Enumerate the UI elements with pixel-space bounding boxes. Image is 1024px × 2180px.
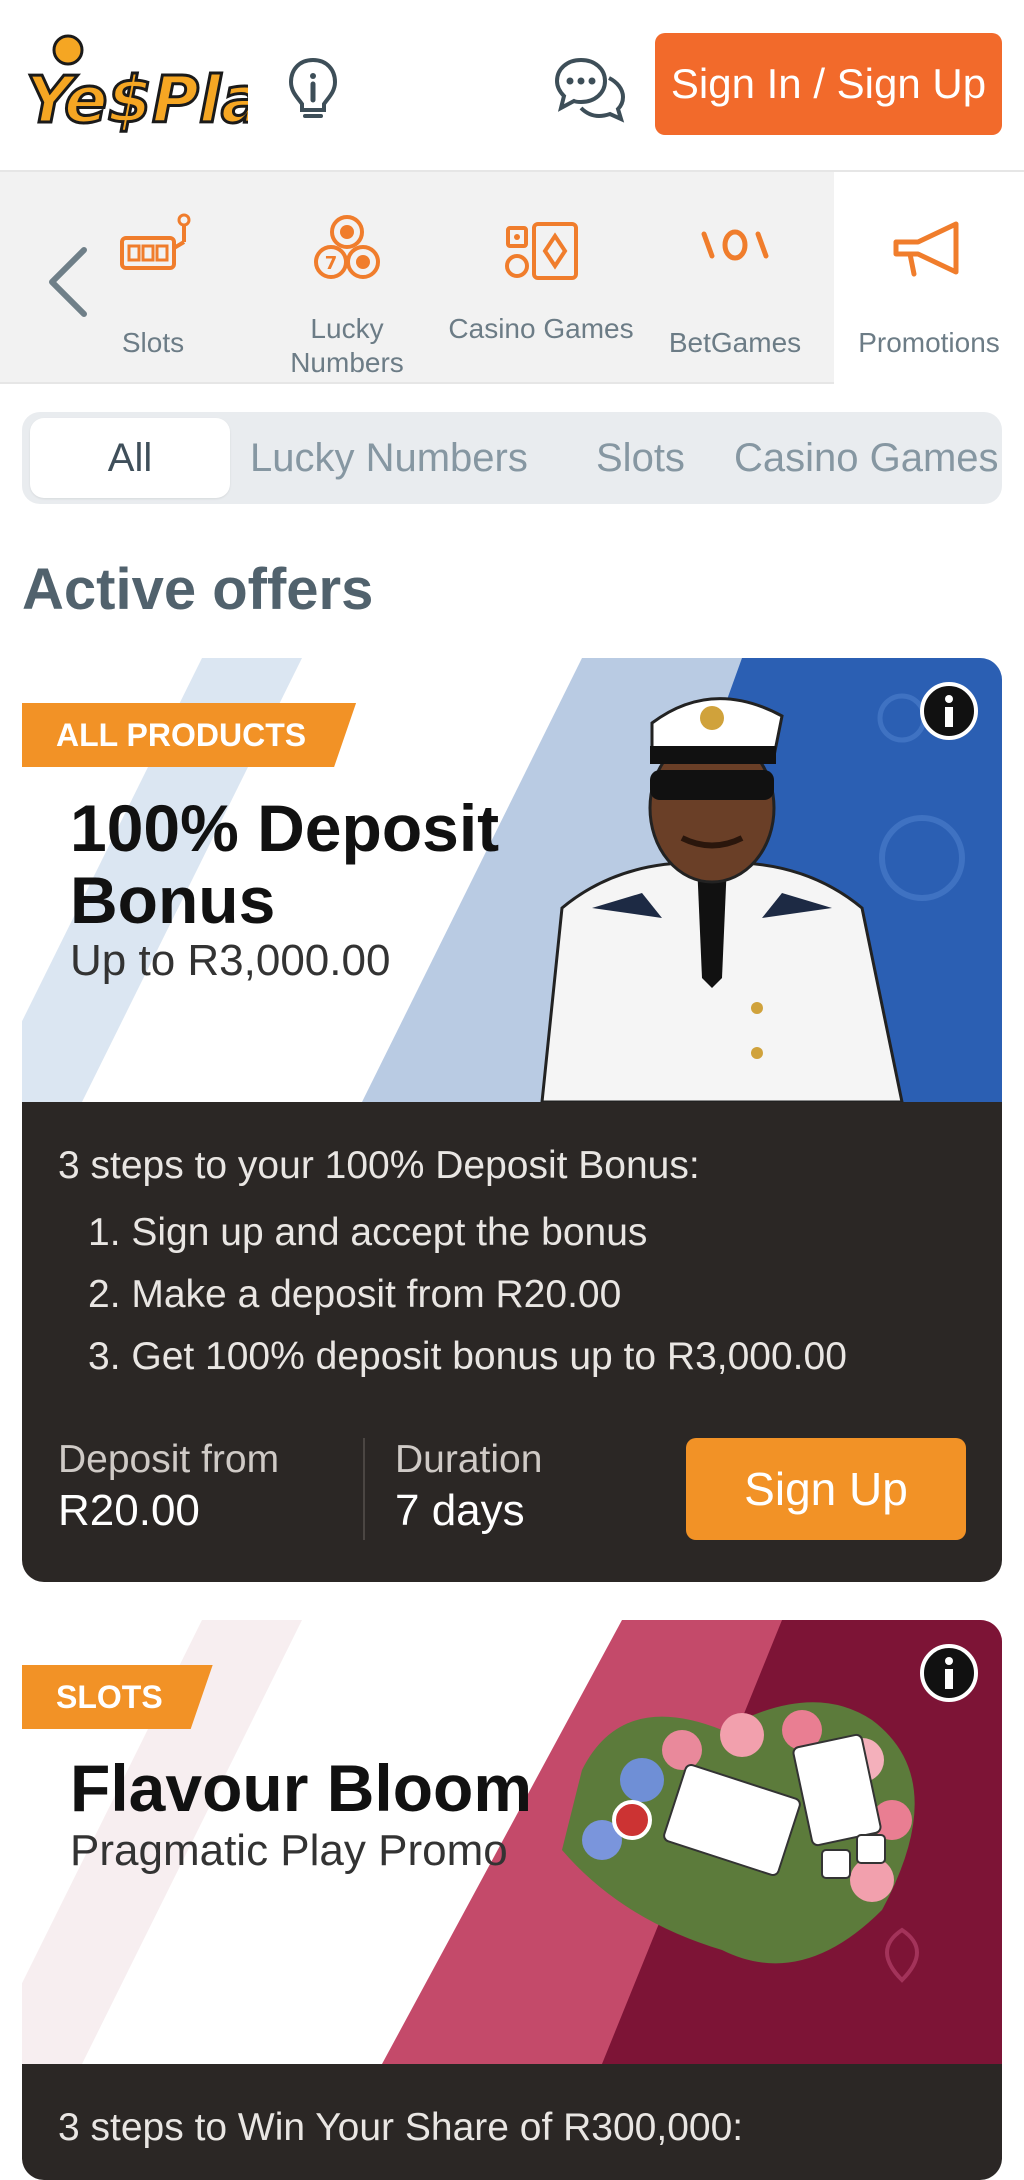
offer-tag: ALL PRODUCTS: [22, 703, 356, 767]
betgames-icon: [690, 208, 780, 298]
deposit-label: Deposit from: [58, 1438, 280, 1481]
category-label: BetGames: [668, 327, 802, 358]
category-label: Slots: [121, 327, 185, 358]
steps-list: 1. Sign up and accept the bonus 2. Make …: [58, 1202, 966, 1388]
offer-details: 3 steps to your 100% Deposit Bonus: 1. S…: [22, 1102, 1002, 1582]
info-icon[interactable]: [918, 680, 980, 742]
info-icon[interactable]: [918, 1642, 980, 1704]
offer-banner[interactable]: ALL PRODUCTS 100% Deposit Bonus Up to R3…: [22, 658, 1002, 1102]
filter-slots[interactable]: Slots: [596, 418, 685, 498]
offer-details: 3 steps to Win Your Share of R300,000:: [22, 2064, 1002, 2180]
category-promotions[interactable]: Promotions: [834, 172, 1024, 386]
megaphone-icon: [884, 208, 974, 298]
category-label: Casino Games: [448, 313, 634, 344]
deposit-info: Deposit from R20.00: [58, 1438, 279, 1536]
top-header: Ye$Play Sign In / Sign Up: [0, 0, 1024, 170]
category-betgames[interactable]: BetGames: [640, 172, 830, 386]
svg-text:7: 7: [325, 253, 338, 274]
step-item: 2. Make a deposit from R20.00: [88, 1273, 622, 1316]
yesplay-logo[interactable]: Ye$Play: [24, 30, 308, 142]
duration-label: Duration: [395, 1438, 543, 1481]
duration-value: 7 days: [395, 1486, 525, 1535]
offer-banner[interactable]: SLOTS Flavour Bloom Pragmatic Play Promo: [22, 1620, 1002, 2064]
category-lucky-numbers[interactable]: 7 Lucky Numbers: [252, 172, 442, 386]
offer-meta: Deposit from R20.00 Duration 7 days Sign…: [58, 1438, 966, 1548]
filter-all[interactable]: All: [30, 418, 230, 498]
step-item: 1. Sign up and accept the bonus: [88, 1211, 648, 1254]
steps-intro: 3 steps to your 100% Deposit Bonus:: [58, 1144, 700, 1187]
sign-in-sign-up-button[interactable]: Sign In / Sign Up: [655, 33, 1002, 135]
steps-intro: 3 steps to Win Your Share of R300,000:: [58, 2106, 744, 2149]
sign-up-button[interactable]: Sign Up: [686, 1438, 966, 1540]
slot-machine-icon: [108, 208, 198, 298]
offer-title: 100% Deposit Bonus: [70, 791, 500, 937]
offer-card: SLOTS Flavour Bloom Pragmatic Play Promo…: [22, 1620, 1002, 2180]
chat-icon[interactable]: [553, 54, 627, 124]
offer-card: ALL PRODUCTS 100% Deposit Bonus Up to R3…: [22, 658, 1002, 1582]
category-label: Promotions: [858, 327, 1000, 358]
lottery-balls-icon: 7: [302, 208, 392, 298]
step-item: 3. Get 100% deposit bonus up to R3,000.0…: [88, 1335, 847, 1378]
filter-casino-games[interactable]: Casino Games: [734, 418, 999, 498]
filter-tabs: All Lucky Numbers Slots Casino Games: [22, 412, 1002, 504]
category-nav: Slots 7 Lucky Numbers Casino Games BetGa…: [0, 170, 1024, 386]
offer-title: Flavour Bloom: [70, 1751, 533, 1825]
casino-chips-icon: [496, 208, 586, 298]
divider: [363, 1438, 365, 1540]
filter-lucky-numbers[interactable]: Lucky Numbers: [250, 418, 528, 498]
offer-subtitle: Pragmatic Play Promo: [70, 1826, 508, 1875]
offer-tag: SLOTS: [22, 1665, 213, 1729]
svg-text:Ye$Play: Ye$Play: [26, 64, 248, 138]
category-casino-games[interactable]: Casino Games: [446, 172, 636, 386]
offer-subtitle: Up to R3,000.00: [70, 936, 391, 985]
duration-info: Duration 7 days: [395, 1438, 542, 1536]
deposit-value: R20.00: [58, 1486, 200, 1535]
category-slots[interactable]: Slots: [58, 172, 248, 386]
info-bulb-icon[interactable]: [286, 56, 340, 122]
section-title: Active offers: [22, 557, 374, 622]
category-label: Lucky Numbers: [290, 313, 404, 378]
